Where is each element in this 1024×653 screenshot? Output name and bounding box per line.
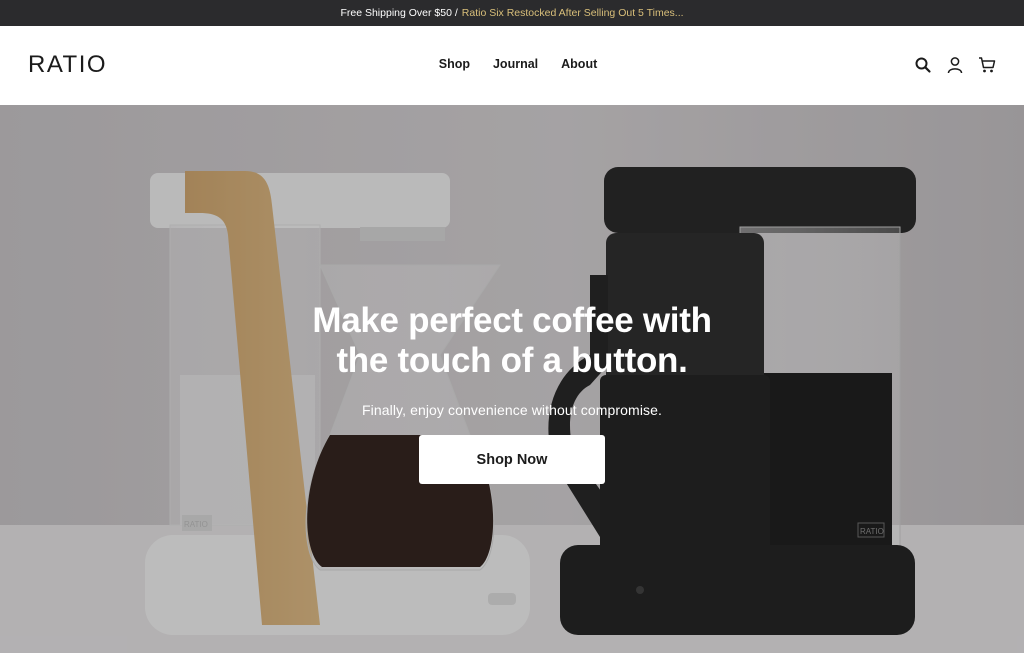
hero-headline: Make perfect coffee with the touch of a … — [0, 301, 1024, 381]
hero-headline-line-1: Make perfect coffee with — [312, 301, 712, 340]
announcement-text: Free Shipping Over $50 / — [340, 7, 458, 19]
hero-headline-line-2: the touch of a button. — [336, 341, 688, 380]
site-header: RATIO Shop Journal About — [0, 26, 1024, 105]
hero-banner: RATIO RATIO Make perfect coffee with the … — [0, 105, 1024, 653]
main-nav: Shop Journal About — [0, 57, 1024, 71]
cart-icon[interactable] — [978, 56, 996, 74]
hero-text: Make perfect coffee with the touch of a … — [0, 301, 1024, 418]
announcement-bar: Free Shipping Over $50 / Ratio Six Resto… — [0, 0, 1024, 26]
search-icon[interactable] — [914, 56, 932, 74]
hero-subheadline: Finally, enjoy convenience without compr… — [361, 402, 663, 418]
shop-now-button[interactable]: Shop Now — [419, 435, 605, 484]
account-icon[interactable] — [946, 56, 964, 74]
nav-item-shop[interactable]: Shop — [439, 57, 470, 71]
header-icons — [914, 56, 996, 74]
nav-item-journal[interactable]: Journal — [493, 57, 538, 71]
announcement-promo-link[interactable]: Ratio Six Restocked After Selling Out 5 … — [462, 7, 684, 19]
nav-item-about[interactable]: About — [561, 57, 597, 71]
